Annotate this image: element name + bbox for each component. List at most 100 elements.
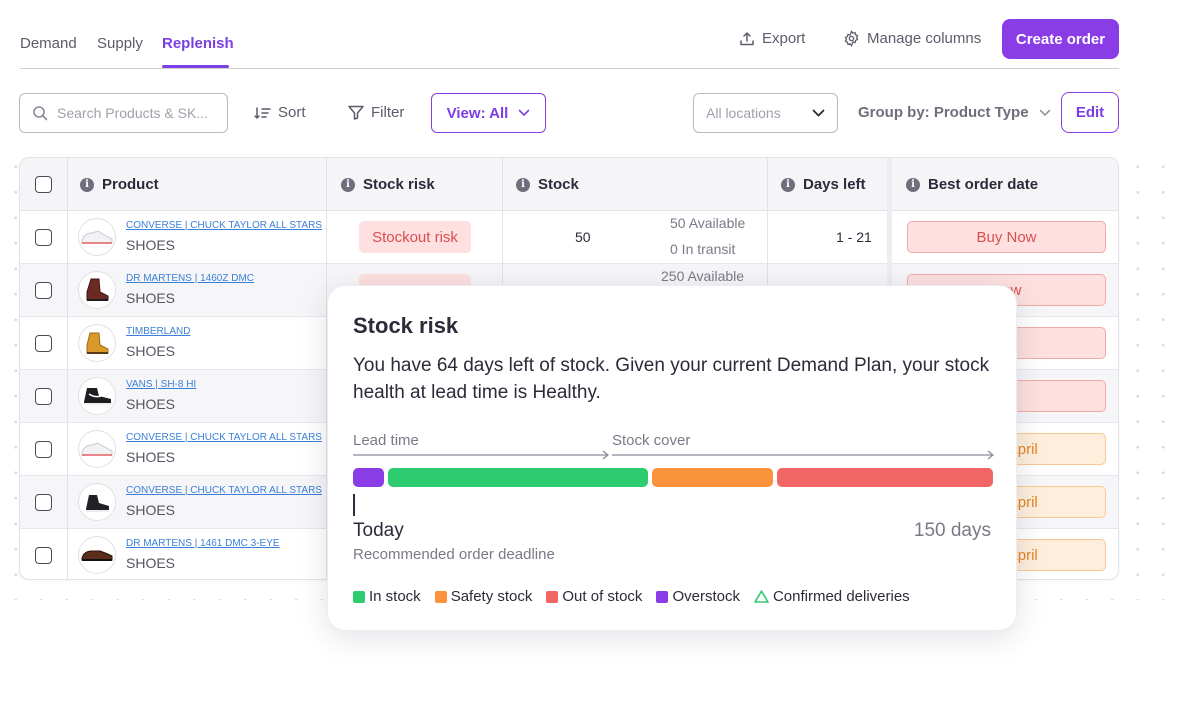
product-type: SHOES [126, 502, 176, 518]
view-label: View: All [446, 104, 509, 122]
triangle-icon [754, 590, 769, 603]
product-type: SHOES [126, 237, 176, 253]
locations-select[interactable]: All locations [693, 93, 838, 133]
in-stock-swatch [353, 590, 365, 603]
brown-shoe-icon [78, 536, 116, 574]
locations-placeholder: All locations [706, 105, 781, 121]
stock-in-transit: 0 In transit [670, 241, 736, 257]
stock-available: 50 Available [670, 215, 746, 231]
out-of-stock-swatch [546, 590, 559, 603]
product-name-link[interactable]: CONVERSE | CHUCK TAYLOR ALL STARS [126, 432, 322, 443]
tab-demand[interactable]: Demand [20, 35, 77, 52]
edit-button[interactable]: Edit [1061, 92, 1119, 133]
column-label: Days left [803, 176, 866, 193]
column-days-left[interactable]: i Days left [769, 158, 866, 211]
column-product[interactable]: i Product [68, 158, 159, 211]
days-label: 150 days [913, 520, 991, 541]
buy-now-button[interactable]: Buy Now [907, 221, 1106, 253]
today-label: Today [353, 520, 404, 541]
today-marker [353, 494, 355, 516]
timeline-arrows [353, 450, 994, 460]
info-icon: i [516, 177, 530, 192]
stock-cover-label: Stock cover [612, 432, 691, 449]
legend-label: In stock [369, 588, 421, 605]
row-checkbox[interactable] [35, 388, 52, 405]
popover-description: You have 64 days left of stock. Given yo… [353, 355, 990, 403]
row-checkbox[interactable] [35, 335, 52, 352]
info-icon: i [341, 177, 355, 192]
view-dropdown[interactable]: View: All [431, 93, 546, 133]
row-checkbox[interactable] [35, 547, 52, 564]
sort-button[interactable]: Sort [254, 104, 306, 121]
product-type: SHOES [126, 343, 176, 359]
legend-item: Safety stock [434, 588, 533, 605]
product-name-link[interactable]: CONVERSE | CHUCK TAYLOR ALL STARS [126, 220, 322, 231]
black-hightop-icon [78, 377, 116, 415]
legend-item: Out of stock [546, 588, 642, 605]
filter-label: Filter [371, 104, 405, 121]
gear-icon [844, 30, 859, 47]
product-name-link[interactable]: VANS | SH-8 HI [126, 379, 196, 390]
recommended-deadline-label: Recommended order deadline [353, 546, 555, 563]
column-stock[interactable]: i Stock [504, 158, 579, 211]
stock-risk-badge[interactable]: Stockout risk [359, 221, 471, 253]
column-best-order-date[interactable]: i Best order date [894, 158, 1038, 211]
stock-risk-popover: Stock risk You have 64 days left of stoc… [327, 285, 1017, 631]
column-label: Stock [538, 176, 579, 193]
group-by-dropdown[interactable]: Group by: Product Type [858, 104, 1051, 121]
search-icon [33, 106, 48, 121]
tab-supply[interactable]: Supply [97, 35, 143, 52]
in-stock-segment [388, 468, 648, 487]
legend-label: Overstock [672, 588, 740, 605]
sort-label: Sort [278, 104, 306, 121]
column-stock-risk[interactable]: i Stock risk [329, 158, 435, 211]
manage-columns-button[interactable]: Manage columns [843, 30, 981, 47]
search-input[interactable] [57, 105, 217, 121]
row-checkbox[interactable] [35, 282, 52, 299]
tab-replenish[interactable]: Replenish [162, 35, 234, 52]
legend: In stock Safety stock Out of stock Overs… [353, 588, 910, 605]
legend-label: Safety stock [450, 588, 533, 605]
info-icon: i [906, 177, 920, 192]
table-row[interactable]: CONVERSE | CHUCK TAYLOR ALL STARS SHOES … [20, 211, 1118, 264]
white-sneaker-icon [78, 430, 116, 468]
chevron-down-icon [812, 109, 825, 117]
manage-columns-label: Manage columns [867, 30, 982, 47]
column-label: Product [102, 176, 159, 193]
legend-label: Confirmed deliveries [772, 588, 910, 605]
safety-stock-segment [652, 468, 773, 487]
product-name-link[interactable]: DR MARTENS | 1460Z DMC [126, 273, 254, 284]
info-icon: i [80, 177, 94, 192]
filter-button[interactable]: Filter [348, 104, 404, 121]
group-by-label: Group by: Product Type [858, 104, 1029, 121]
product-type: SHOES [126, 555, 176, 571]
export-button[interactable]: Export [739, 30, 805, 47]
sort-icon [254, 106, 271, 119]
days-left-value: 1 - 21 [836, 229, 872, 245]
product-name-link[interactable]: DR MARTENS | 1461 DMC 3-EYE [126, 538, 280, 549]
lead-time-label: Lead time [353, 432, 419, 449]
row-checkbox[interactable] [35, 494, 52, 511]
black-sneaker-icon [78, 483, 116, 521]
product-name-link[interactable]: TIMBERLAND [126, 326, 190, 337]
out-of-stock-segment [777, 468, 993, 487]
legend-item: Confirmed deliveries [754, 588, 910, 605]
product-name-link[interactable]: CONVERSE | CHUCK TAYLOR ALL STARS [126, 485, 322, 496]
chevron-down-icon [1039, 109, 1050, 116]
row-checkbox[interactable] [35, 229, 52, 246]
create-order-button[interactable]: Create order [1002, 19, 1119, 59]
column-divider [67, 158, 68, 579]
row-checkbox[interactable] [35, 441, 52, 458]
popover-title: Stock risk [353, 313, 459, 338]
info-icon: i [781, 177, 795, 192]
filter-icon [348, 105, 364, 120]
legend-item: Overstock [656, 588, 740, 605]
product-type: SHOES [126, 449, 176, 465]
table-header: i Product i Stock risk i Stock i Days left i… [20, 158, 1118, 211]
white-sneaker-icon [78, 218, 116, 256]
upload-icon [740, 31, 754, 45]
legend-label: Out of stock [562, 588, 643, 605]
tan-boot-icon [78, 324, 116, 362]
export-label: Export [762, 30, 806, 47]
select-all-checkbox[interactable] [35, 176, 52, 193]
